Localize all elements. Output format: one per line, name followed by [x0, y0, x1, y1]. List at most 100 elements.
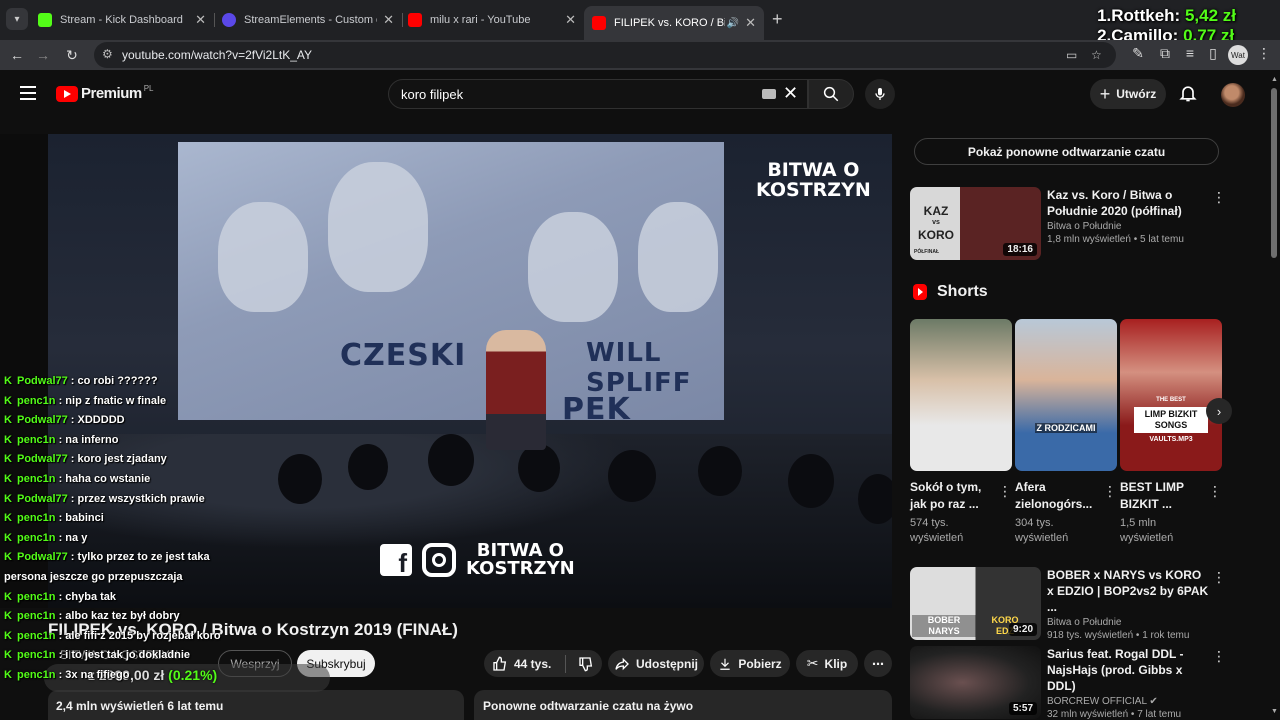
browser-toolbar: ← → ↻ ⚙ youtube.com/watch?v=2fVi2LtK_AY … [0, 40, 1280, 70]
share-button[interactable]: Udostępnij [608, 650, 704, 677]
create-button[interactable]: + Utwórz [1090, 79, 1166, 109]
page-scrollbar[interactable]: ▲ ▼ [1268, 70, 1280, 720]
short-thumbnail[interactable]: Z RODZICAMI [1015, 319, 1117, 471]
tab-title: Stream - Kick Dashboard [60, 14, 183, 26]
more-vertical-icon[interactable]: ⋮ [1208, 483, 1222, 500]
browser-profile-avatar[interactable]: Wat [1228, 45, 1248, 65]
facebook-icon: f [380, 544, 412, 576]
like-dislike-group: 44 tys. [484, 650, 602, 677]
youtube-logo[interactable]: Premium PL [56, 84, 154, 102]
url-text: youtube.com/watch?v=2fVi2LtK_AY [122, 48, 313, 62]
back-icon[interactable]: ← [7, 45, 27, 65]
short-title[interactable]: Afera zielonogórs... [1015, 479, 1101, 513]
forward-icon[interactable]: → [33, 45, 53, 65]
thumbs-down-icon[interactable] [578, 656, 594, 672]
extension-icon[interactable]: ✎ [1128, 45, 1148, 62]
kick-badge-icon: K [4, 668, 12, 681]
reload-icon[interactable]: ↻ [62, 45, 82, 65]
close-tab-icon[interactable]: ✕ [559, 12, 576, 28]
keyboard-icon[interactable] [762, 89, 776, 99]
tab-title: FILIPEK vs. KORO / Bitwa o K [614, 17, 725, 29]
plus-icon: + [1099, 83, 1111, 104]
audio-playing-icon[interactable]: 🔊 [727, 18, 739, 29]
channel-name[interactable]: BORCREW OFFICIAL ✔ [1047, 696, 1209, 707]
chat-message: Kpenc1n : babinci [0, 509, 300, 529]
shorts-icon [913, 284, 927, 300]
more-vertical-icon[interactable]: ⋮ [1212, 648, 1226, 665]
video-thumbnail[interactable]: BOBER NARYS KORO EDZ 9:20 [910, 567, 1041, 640]
extensions-puzzle-icon[interactable]: ⧉ [1155, 45, 1175, 62]
short-title[interactable]: BEST LIMP BIZKIT ... [1120, 479, 1206, 513]
kick-badge-icon: K [4, 512, 12, 525]
shorts-section-header: Shorts [913, 283, 988, 301]
voice-search-button[interactable] [865, 79, 895, 109]
tab-streamelements[interactable]: StreamElements - Custom comm ✕ [214, 6, 403, 34]
close-tab-icon[interactable]: ✕ [189, 12, 206, 28]
thumbs-up-icon [493, 656, 507, 671]
video-title[interactable]: BOBER x NARYS vs KORO x EDZIO | BOP2vs2 … [1047, 567, 1209, 615]
more-vertical-icon[interactable]: ⋮ [1212, 569, 1226, 586]
clear-search-icon[interactable]: ✕ [783, 83, 798, 104]
scroll-down-icon[interactable]: ▼ [1271, 708, 1278, 715]
short-item[interactable]: Sokół o tym, jak po raz ... 574 tys. wyś… [910, 319, 1012, 546]
tab-youtube-milu[interactable]: milu x rari - YouTube ✕ [400, 6, 584, 34]
kick-badge-icon: K [4, 453, 12, 466]
clip-button[interactable]: ✂ Klip [796, 650, 858, 677]
download-button[interactable]: Pobierz [710, 650, 790, 677]
shorts-next-button[interactable]: › [1206, 398, 1232, 424]
like-button[interactable]: 44 tys. [492, 656, 551, 672]
kick-badge-icon: K [4, 629, 12, 642]
show-chat-replay-button[interactable]: Pokaż ponowne odtwarzanie czatu [914, 138, 1219, 165]
tab-title: StreamElements - Custom comm [244, 14, 377, 26]
tab-search-dropdown-icon[interactable]: ▾ [6, 8, 28, 30]
short-item[interactable]: THE BEST LIMP BIZKIT SONGS VAULTS.MP3 BE… [1120, 319, 1222, 546]
tab-kick-dashboard[interactable]: Stream - Kick Dashboard ✕ [30, 6, 215, 34]
menu-hamburger-icon[interactable] [20, 86, 36, 100]
media-controls-icon[interactable]: ≡ [1180, 45, 1200, 61]
tab-youtube-filipek-koro[interactable]: FILIPEK vs. KORO / Bitwa o K 🔊 ✕ [584, 6, 764, 40]
tab-title: milu x rari - YouTube [430, 14, 531, 26]
chat-message: K Podwal77 : co robi ?????? [0, 372, 300, 392]
more-vertical-icon[interactable]: ⋮ [998, 483, 1012, 500]
close-tab-icon[interactable]: ✕ [377, 12, 394, 28]
search-input[interactable]: koro filipek ✕ [388, 79, 808, 109]
more-vertical-icon[interactable]: ⋮ [1103, 483, 1117, 500]
notifications-bell-icon[interactable] [1178, 83, 1198, 103]
more-actions-button[interactable]: ⋯ [864, 650, 892, 677]
video-thumbnail[interactable]: 5:57 [910, 646, 1041, 719]
sidebar-icon[interactable]: ▯ [1203, 45, 1223, 62]
video-thumbnail[interactable]: KAZ vs KORO PÓŁFINAŁ 18:16 [910, 187, 1041, 260]
kick-badge-icon: K [4, 610, 12, 623]
address-bar[interactable]: ⚙ youtube.com/watch?v=2fVi2LtK_AY ▭ ☆ [94, 42, 1116, 68]
install-app-icon[interactable]: ▭ [1066, 48, 1077, 62]
chevron-right-icon: › [1216, 403, 1222, 419]
short-thumbnail[interactable] [910, 319, 1012, 471]
more-vertical-icon[interactable]: ⋮ [1212, 189, 1226, 206]
scroll-up-icon[interactable]: ▲ [1271, 76, 1278, 83]
instagram-icon [422, 543, 456, 577]
live-chat-replay-box[interactable]: Ponowne odtwarzanie czatu na żywo [474, 690, 892, 720]
user-avatar[interactable] [1221, 83, 1245, 107]
site-info-icon[interactable]: ⚙ [102, 47, 118, 63]
bookmark-star-icon[interactable]: ☆ [1091, 48, 1102, 62]
close-tab-icon[interactable]: ✕ [739, 15, 756, 31]
new-tab-icon[interactable]: + [772, 9, 783, 30]
scrollbar-thumb[interactable] [1271, 88, 1277, 258]
channel-name[interactable]: Bitwa o Południe [1047, 617, 1209, 628]
short-title[interactable]: Sokół o tym, jak po raz ... [910, 479, 996, 513]
channel-name[interactable]: Bitwa o Południe [1047, 221, 1209, 232]
video-title[interactable]: Kaz vs. Koro / Bitwa o Południe 2020 (pó… [1047, 187, 1209, 219]
video-title[interactable]: Sarius feat. Rogal DDL - NajsHajs (prod.… [1047, 646, 1209, 694]
short-views: 1,5 mln wyświetleń [1120, 517, 1174, 544]
chat-message: Kpenc1n : chyba tak [0, 588, 300, 608]
short-item[interactable]: Z RODZICAMI Afera zielonogórs... 304 tys… [1015, 319, 1117, 546]
stream-chat-overlay: K Podwal77 : co robi ?????? Kpenc1n : nip… [0, 372, 300, 686]
description-box[interactable]: 2,4 mln wyświetleń 6 lat temu [48, 690, 464, 720]
screen-label: CZESKI [340, 338, 467, 373]
chat-message: K Podwal77 : koro jest zjadany [0, 450, 300, 470]
search-icon [823, 86, 839, 102]
kick-favicon-icon [38, 13, 52, 27]
short-thumbnail[interactable]: THE BEST LIMP BIZKIT SONGS VAULTS.MP3 [1120, 319, 1222, 471]
search-button[interactable] [808, 79, 854, 109]
browser-menu-icon[interactable]: ⋮ [1254, 45, 1274, 62]
